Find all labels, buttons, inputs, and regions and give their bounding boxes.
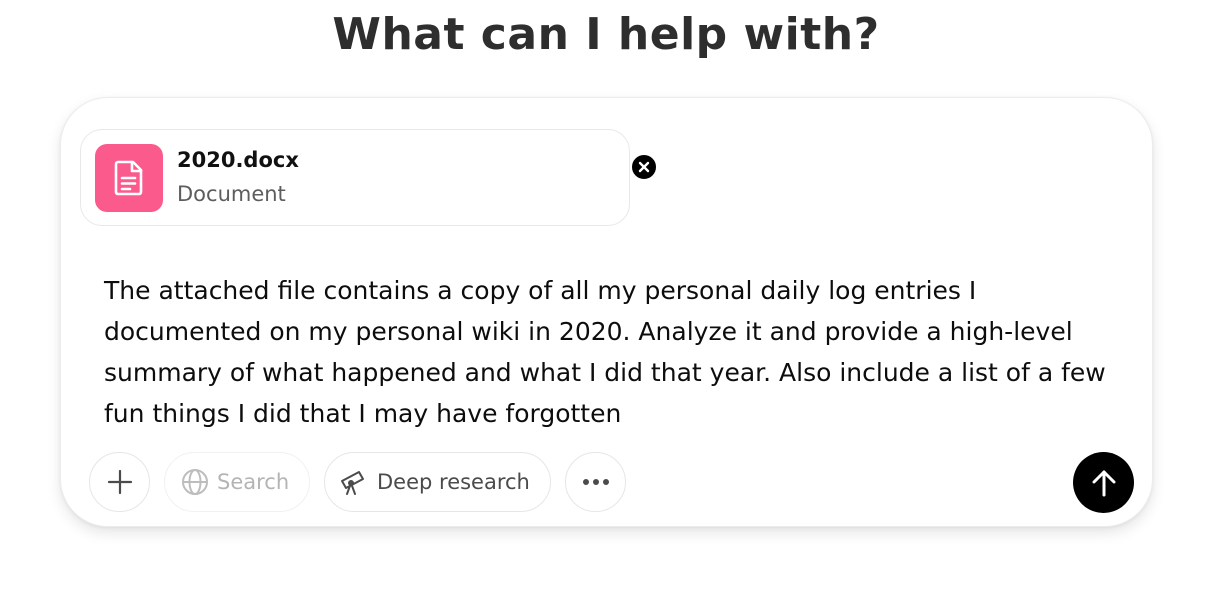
- document-icon: [95, 144, 163, 212]
- remove-attachment-button[interactable]: [630, 153, 658, 181]
- plus-icon: [107, 469, 132, 495]
- attachment-file-type: Document: [177, 182, 286, 206]
- search-button[interactable]: Search: [164, 452, 310, 512]
- add-button[interactable]: [89, 452, 150, 512]
- more-dots-icon: [582, 479, 609, 485]
- search-button-label: Search: [217, 470, 290, 494]
- close-icon: [638, 161, 650, 173]
- prompt-input[interactable]: The attached file contains a copy of all…: [104, 270, 1114, 434]
- telescope-icon: [341, 471, 364, 495]
- deep-research-button[interactable]: Deep research: [324, 452, 551, 512]
- file-attachment-card[interactable]: 2020.docx Document: [80, 129, 658, 226]
- more-options-button[interactable]: [565, 452, 626, 512]
- globe-icon: [182, 469, 208, 495]
- page-heading: What can I help with?: [332, 9, 880, 60]
- send-button[interactable]: [1073, 452, 1134, 513]
- prompt-composer: 2020.docx Document The attached file con…: [60, 97, 1153, 527]
- deep-research-label: Deep research: [377, 470, 530, 494]
- arrow-up-icon: [1092, 470, 1115, 496]
- attachment-file-name: 2020.docx: [177, 148, 299, 172]
